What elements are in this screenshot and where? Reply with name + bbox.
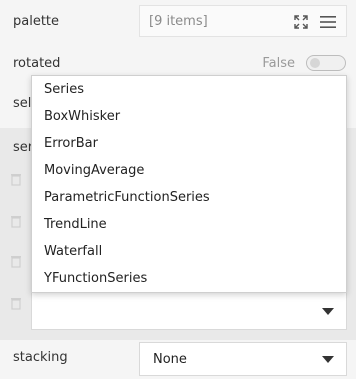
hamburger-menu-icon[interactable] [319,14,337,30]
selection-label: sel [13,96,32,111]
rotated-label: rotated [13,56,61,71]
stacking-value: None [153,352,187,367]
trash-icon[interactable] [10,254,22,268]
stacking-row: stacking None [0,340,356,379]
stacking-select[interactable]: None [139,342,347,376]
trash-icon[interactable] [10,214,22,228]
chevron-down-icon [322,308,334,315]
dropdown-option[interactable]: MovingAverage [44,163,144,178]
dropdown-option[interactable]: Waterfall [44,244,102,259]
rotated-toggle[interactable] [306,55,346,71]
palette-items-box[interactable]: [9 items] [139,5,347,37]
dropdown-option[interactable]: ParametricFunctionSeries [44,190,210,205]
palette-row: palette [9 items] [0,0,356,44]
dropdown-option[interactable]: ErrorBar [44,136,98,151]
stacking-label: stacking [13,350,68,365]
dropdown-option[interactable]: TrendLine [44,217,107,232]
dropdown-option[interactable]: BoxWhisker [44,109,120,124]
rotated-value-text: False [262,56,295,71]
toggle-knob [310,58,320,68]
series-type-dropdown: Series BoxWhisker ErrorBar MovingAverage… [31,75,347,293]
chevron-down-icon [322,356,334,363]
trash-icon[interactable] [10,172,22,186]
palette-label: palette [13,14,60,29]
trash-icon[interactable] [10,296,22,310]
dropdown-option[interactable]: YFunctionSeries [44,271,147,286]
palette-items-text: [9 items] [149,14,208,29]
expand-icon[interactable] [293,14,309,30]
series-type-select[interactable] [31,292,347,330]
dropdown-option[interactable]: Series [44,82,84,97]
